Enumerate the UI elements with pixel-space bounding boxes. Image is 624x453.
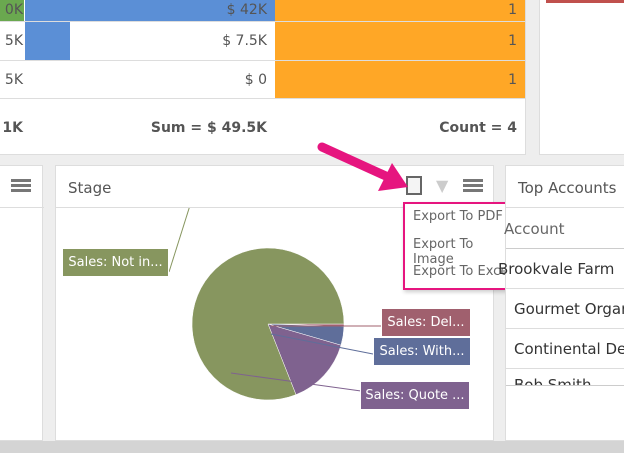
grid-cell: 0K: [4, 2, 23, 18]
pie-label: Sales: Not in...: [62, 248, 169, 277]
grid-cell: 5K: [4, 33, 23, 49]
panel-title: Stage: [68, 179, 112, 197]
pointer-arrow: [317, 142, 408, 191]
panel-title: Top Accounts: [518, 179, 617, 197]
pie-label: Sales: Del...: [381, 308, 471, 337]
grid-cell: $ 42K: [226, 2, 267, 18]
top-right-panel: [539, 0, 624, 155]
grid-panel: 0K $ 42K 1 5K $ 7.5K 1 5K $ 0 1 1K Sum =…: [0, 0, 526, 155]
bottom-bar: [0, 441, 624, 453]
footer-sum: Sum = $ 49.5K: [150, 120, 267, 136]
grid-cell: 1: [508, 2, 517, 18]
menu-item-export-pdf[interactable]: Export To PDF: [413, 209, 503, 224]
grid-cell: 1: [508, 33, 517, 49]
table-row[interactable]: Continental De: [514, 340, 624, 358]
grid-cell: 5K: [4, 71, 23, 88]
table-row[interactable]: Bob Smith: [514, 376, 591, 385]
left-panel: [0, 165, 44, 441]
footer-total: 1K: [2, 120, 23, 136]
grid-icon[interactable]: [11, 179, 31, 193]
column-header-account[interactable]: Account: [504, 220, 565, 238]
clear-filter-icon[interactable]: ▼: [436, 176, 448, 195]
top-accounts-panel: Top Accounts Account Brookvale Farm Gour…: [498, 165, 624, 441]
pie-leader-line: [168, 208, 190, 273]
pie-label: Sales: With...: [373, 337, 471, 366]
pie-label: Sales: Quote ...: [360, 381, 470, 410]
grid-cell: $ 7.5K: [222, 33, 267, 49]
grid-icon[interactable]: [463, 179, 483, 193]
grid-cell: 1: [508, 71, 517, 88]
table-row[interactable]: Brookvale Farm: [498, 260, 614, 278]
grid-cell: $ 0: [244, 71, 267, 88]
table-row[interactable]: Gourmet Organ: [514, 300, 624, 318]
